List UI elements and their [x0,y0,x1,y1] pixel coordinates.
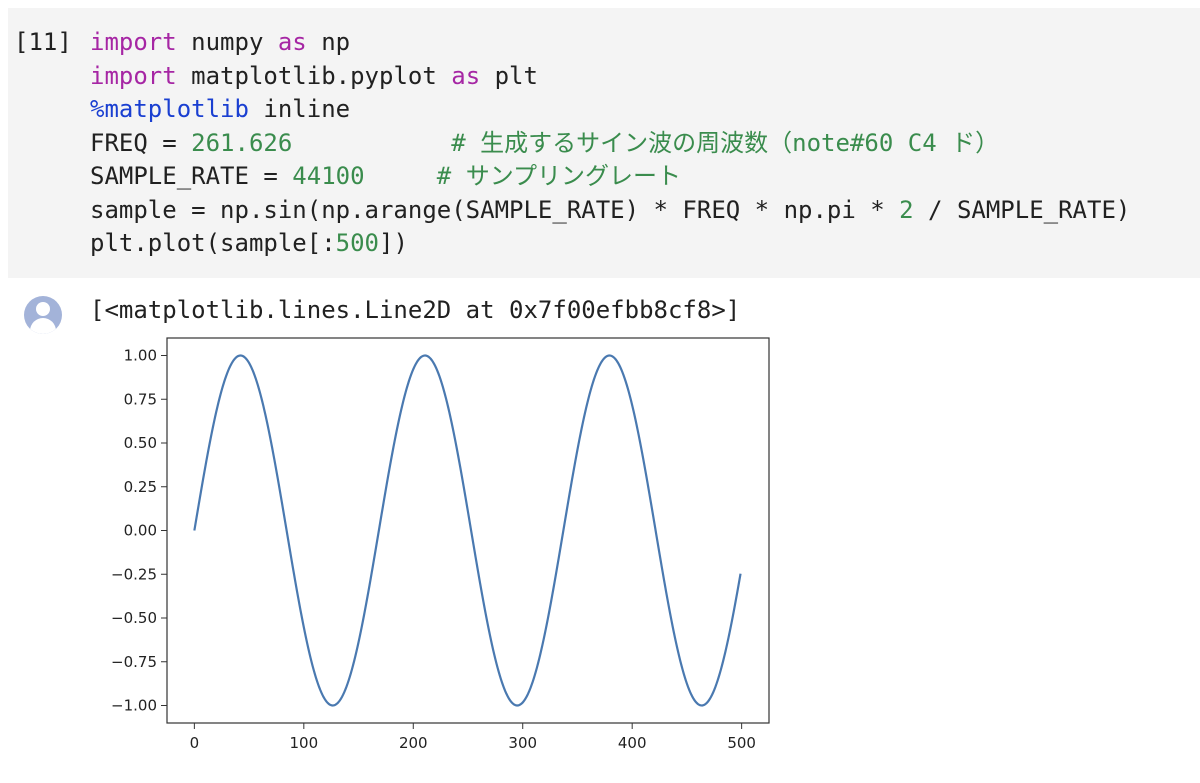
code-token: matplotlib.pyplot [176,61,452,90]
x-tick-label: 300 [508,734,537,752]
code-token: # 生成するサイン波の周波数（note#60 C4 ド） [451,128,1000,157]
code-token: import [90,61,177,90]
x-tick-label: 0 [190,734,200,752]
code-token: # サンプリングレート [436,162,681,190]
y-tick-label: −0.75 [111,653,157,671]
code-line: FREQ = 261.626 # 生成するサイン波の周波数（note#60 C4… [90,127,1130,161]
code-token: %matplotlib [90,95,249,123]
x-tick-label: 100 [289,734,318,752]
code-token: as [451,61,481,90]
code-token: SAMPLE_RATE = [90,162,293,190]
code-token: sample = np.sin(np.arange(SAMPLE_RATE) *… [90,195,900,224]
code-token: import [90,28,177,56]
code-token: 500 [335,229,379,257]
execution-count: [11] [14,28,72,56]
y-tick-label: 0.50 [124,434,157,452]
code-token: 44100 [292,162,365,190]
code-token: numpy [176,28,278,56]
y-tick-label: −0.50 [111,609,157,627]
x-tick-label: 200 [399,734,428,752]
code-token: inline [248,95,351,123]
code-token: 2 [899,195,914,224]
code-token: np [306,28,351,56]
output-text: [<matplotlib.lines.Line2D at 0x7f00efbb8… [90,296,741,324]
x-tick-label: 400 [618,734,647,752]
code-token: ]) [379,229,408,257]
y-tick-label: 1.00 [124,347,157,365]
y-tick-label: −0.25 [111,565,157,583]
y-tick-label: 0.75 [124,390,157,408]
code-line: SAMPLE_RATE = 44100 # サンプリングレート [90,160,1130,194]
x-tick-label: 500 [727,734,756,752]
y-tick-label: 0.00 [124,522,157,540]
code-token: plt [480,61,538,90]
code-token: as [277,28,307,56]
code-line: sample = np.sin(np.arange(SAMPLE_RATE) *… [90,194,1130,228]
code-token: FREQ = [90,128,192,157]
code-token: 261.626 [191,128,293,157]
output-avatar-icon [24,296,62,334]
code-token: plt.plot(sample[: [90,229,336,257]
code-editor[interactable]: import numpy as np import matplotlib.pypl… [90,26,1130,261]
plot-frame [166,337,770,724]
line-chart: 1.00 0.75 0.50 0.25 0.00 −0.25 −0.50 −0.75 −1.00… [111,337,770,752]
code-line: import numpy as np [90,26,1130,60]
sine-series-line [193,354,742,707]
y-tick-label: −1.00 [111,697,157,715]
code-token: / SAMPLE_RATE) [913,195,1131,224]
code-line: %matplotlib inline [90,93,1130,127]
y-tick-label: 0.25 [124,478,157,496]
code-line: import matplotlib.pyplot as plt [90,60,1130,94]
code-line: plt.plot(sample[:500]) [90,227,1130,261]
